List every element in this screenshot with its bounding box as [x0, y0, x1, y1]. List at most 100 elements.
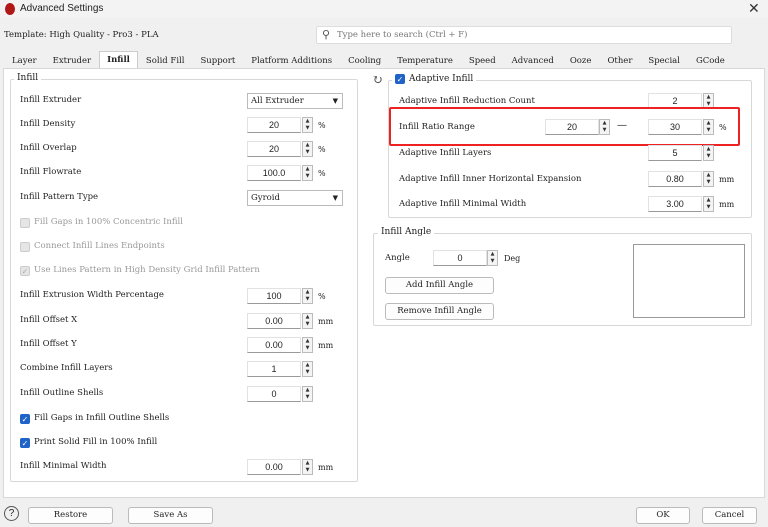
- infill-offset-x-stepper[interactable]: ▲ ▼: [302, 313, 313, 329]
- infill-minimal-width-stepper[interactable]: ▲ ▼: [302, 459, 313, 475]
- template-label: Template: High Quality - Pro3 - PLA: [4, 30, 159, 40]
- connect-infill-lines-endpoints-checkbox: [20, 242, 30, 252]
- min-width-stepper[interactable]: ▲ ▼: [703, 196, 714, 212]
- infill-overlap-label: Infill Overlap: [20, 143, 77, 153]
- tab-infill[interactable]: Infill: [99, 51, 138, 68]
- print-solid-fill-in-100-infill-checkbox[interactable]: ✓: [20, 438, 30, 448]
- ok-button[interactable]: OK: [636, 507, 690, 524]
- adaptive-layers-label: Adaptive Infill Layers: [399, 148, 492, 158]
- infill-flowrate-unit: %: [318, 169, 326, 178]
- infill-group-title: Infill: [14, 73, 42, 83]
- print-solid-fill-in-100-infill-label: Print Solid Fill in 100% Infill: [34, 437, 158, 447]
- reset-icon[interactable]: ↻: [372, 73, 383, 88]
- infill-offset-x-unit: mm: [318, 317, 334, 326]
- infill-outline-shells-label: Infill Outline Shells: [20, 388, 104, 398]
- infill-offset-y-stepper[interactable]: ▲ ▼: [302, 337, 313, 353]
- tab-extruder[interactable]: Extruder: [45, 52, 100, 68]
- infill-offset-y-label: Infill Offset Y: [20, 339, 77, 349]
- use-lines-pattern-in-high-density-grid-infill-pattern-checkbox: ✓: [20, 266, 30, 276]
- tab-advanced[interactable]: Advanced: [504, 52, 562, 68]
- infill-density-unit: %: [318, 121, 326, 130]
- min-width-input[interactable]: 3.00: [648, 196, 702, 212]
- use-lines-pattern-in-high-density-grid-infill-pattern-label: Use Lines Pattern in High Density Grid I…: [34, 265, 260, 275]
- tab-other[interactable]: Other: [599, 52, 640, 68]
- tab-cooling[interactable]: Cooling: [340, 52, 389, 68]
- infill-density-label: Infill Density: [20, 119, 76, 129]
- infill-minimal-width-input[interactable]: 0.00: [247, 459, 301, 475]
- expansion-stepper[interactable]: ▲ ▼: [703, 171, 714, 187]
- min-width-label: Adaptive Infill Minimal Width: [399, 199, 527, 209]
- tab-gcode[interactable]: GCode: [688, 52, 733, 68]
- ratio-min-stepper[interactable]: ▲ ▼: [599, 119, 610, 135]
- infill-extrusion-width-percentage-label: Infill Extrusion Width Percentage: [20, 290, 164, 300]
- tab-solid-fill[interactable]: Solid Fill: [138, 52, 193, 68]
- infill-density-input[interactable]: 20: [247, 117, 301, 133]
- infill-overlap-input[interactable]: 20: [247, 141, 301, 157]
- infill-offset-y-input[interactable]: 0.00: [247, 337, 301, 353]
- help-icon[interactable]: ?: [4, 506, 19, 521]
- tab-support[interactable]: Support: [192, 52, 243, 68]
- expansion-input[interactable]: 0.80: [648, 171, 702, 187]
- title-bar: [0, 0, 768, 18]
- infill-flowrate-stepper[interactable]: ▲ ▼: [302, 165, 313, 181]
- chevron-down-icon: ▼: [332, 193, 338, 202]
- angle-input[interactable]: 0: [433, 250, 487, 266]
- range-separator: —: [617, 120, 627, 131]
- infill-offset-x-input[interactable]: 0.00: [247, 313, 301, 329]
- ratio-range-label: Infill Ratio Range: [399, 122, 475, 132]
- infill-outline-shells-input[interactable]: 0: [247, 386, 301, 402]
- save-as-button[interactable]: Save As: [128, 507, 213, 524]
- infill-density-stepper[interactable]: ▲ ▼: [302, 117, 313, 133]
- connect-infill-lines-endpoints-label: Connect Infill Lines Endpoints: [34, 241, 165, 251]
- tab-speed[interactable]: Speed: [461, 52, 504, 68]
- combine-infill-layers-input[interactable]: 1: [247, 361, 301, 377]
- ratio-min-input[interactable]: 20: [545, 119, 599, 135]
- infill-outline-shells-stepper[interactable]: ▲ ▼: [302, 386, 313, 402]
- angle-stepper[interactable]: ▲ ▼: [487, 250, 498, 266]
- chevron-down-icon: ▼: [332, 96, 338, 105]
- fill-gaps-in-100-concentric-infill-label: Fill Gaps in 100% Concentric Infill: [34, 217, 183, 227]
- infill-extruder-dropdown[interactable]: All Extruder ▼: [247, 93, 343, 109]
- ratio-max-stepper[interactable]: ▲ ▼: [703, 119, 714, 135]
- add-infill-angle-button[interactable]: Add Infill Angle: [385, 277, 494, 294]
- infill-extruder-value: All Extruder: [251, 96, 304, 106]
- remove-infill-angle-button[interactable]: Remove Infill Angle: [385, 303, 494, 320]
- infill-extrusion-width-percentage-stepper[interactable]: ▲ ▼: [302, 288, 313, 304]
- tab-special[interactable]: Special: [640, 52, 688, 68]
- window-title: Advanced Settings: [20, 3, 104, 14]
- fill-gaps-in-infill-outline-shells-label: Fill Gaps in Infill Outline Shells: [34, 413, 170, 423]
- fill-gaps-in-100-concentric-infill-checkbox: [20, 218, 30, 228]
- search-placeholder: Type here to search (Ctrl + F): [337, 30, 468, 40]
- tab-ooze[interactable]: Ooze: [562, 52, 600, 68]
- fill-gaps-in-infill-outline-shells-checkbox[interactable]: ✓: [20, 414, 30, 424]
- infill-pattern-type-label: Infill Pattern Type: [20, 192, 99, 202]
- combine-infill-layers-stepper[interactable]: ▲ ▼: [302, 361, 313, 377]
- infill-pattern-type-dropdown[interactable]: Gyroid ▼: [247, 190, 343, 206]
- combine-infill-layers-label: Combine Infill Layers: [20, 363, 113, 373]
- tab-platform-additions[interactable]: Platform Additions: [243, 52, 340, 68]
- infill-extrusion-width-percentage-input[interactable]: 100: [247, 288, 301, 304]
- tab-layer[interactable]: Layer: [4, 52, 45, 68]
- infill-pattern-type-value: Gyroid: [251, 193, 280, 203]
- cancel-button[interactable]: Cancel: [702, 507, 757, 524]
- angle-label: Angle: [385, 253, 410, 263]
- infill-offset-x-label: Infill Offset X: [20, 315, 78, 325]
- tab-temperature[interactable]: Temperature: [389, 52, 461, 68]
- close-icon[interactable]: ✕: [748, 0, 760, 17]
- min-width-unit: mm: [719, 200, 735, 209]
- infill-overlap-stepper[interactable]: ▲ ▼: [302, 141, 313, 157]
- angle-list[interactable]: [633, 244, 745, 318]
- restore-button[interactable]: Restore: [28, 507, 113, 524]
- adaptive-layers-stepper[interactable]: ▲ ▼: [703, 145, 714, 161]
- infill-flowrate-label: Infill Flowrate: [20, 167, 82, 177]
- ratio-unit: %: [719, 123, 727, 132]
- adaptive-infill-label: Adaptive Infill: [409, 74, 474, 84]
- adaptive-infill-checkbox[interactable]: ✓: [395, 74, 405, 84]
- adaptive-infill-header: ✓ Adaptive Infill: [392, 74, 477, 84]
- ratio-max-input[interactable]: 30: [648, 119, 702, 135]
- infill-flowrate-input[interactable]: 100.0: [247, 165, 301, 181]
- search-input[interactable]: ⚲ Type here to search (Ctrl + F): [316, 26, 732, 44]
- infill-extrusion-width-percentage-unit: %: [318, 292, 326, 301]
- adaptive-layers-input[interactable]: 5: [648, 145, 702, 161]
- reduction-count-label: Adaptive Infill Reduction Count: [399, 96, 535, 106]
